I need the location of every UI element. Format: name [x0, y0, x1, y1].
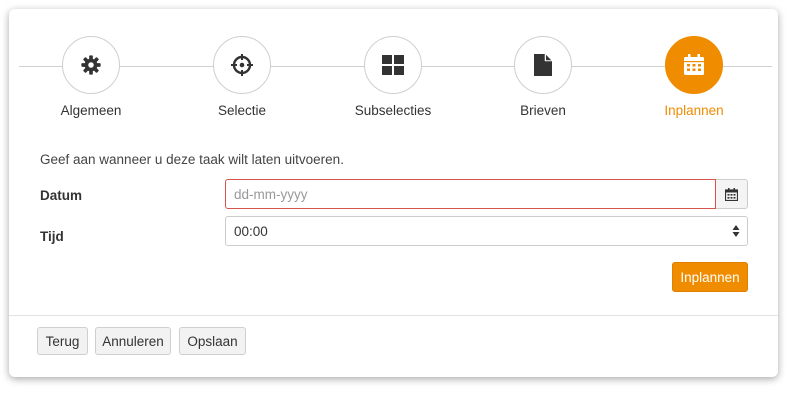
datepicker-button[interactable]: [716, 179, 748, 209]
cancel-button[interactable]: Annuleren: [95, 327, 171, 355]
select-arrows-icon: [732, 225, 740, 237]
step-circle: [665, 36, 723, 94]
step-label: Algemeen: [60, 103, 122, 118]
crosshair-icon: [231, 54, 253, 76]
footer-divider: [9, 315, 778, 316]
back-button[interactable]: Terug: [37, 327, 88, 355]
grid-icon: [382, 55, 404, 75]
tijd-select[interactable]: 00:00: [225, 216, 748, 246]
step-label: Subselecties: [354, 103, 432, 118]
step-circle: [364, 36, 422, 94]
step-brieven[interactable]: Brieven: [483, 36, 603, 118]
step-circle: [62, 36, 120, 94]
tijd-select-value: 00:00: [234, 223, 268, 239]
tijd-label: Tijd: [40, 229, 64, 244]
step-algemeen[interactable]: Algemeen: [31, 36, 151, 118]
calendar-icon: [684, 54, 704, 75]
step-label: Inplannen: [664, 103, 724, 118]
wizard-steps: Algemeen Selectie Subselecties Brieven I…: [9, 9, 778, 139]
step-subselecties[interactable]: Subselecties: [333, 36, 453, 118]
step-circle: [514, 36, 572, 94]
document-icon: [534, 54, 552, 76]
step-label: Selectie: [217, 103, 267, 118]
step-circle: [213, 36, 271, 94]
save-button[interactable]: Opslaan: [179, 327, 246, 355]
datum-input[interactable]: [225, 179, 716, 209]
wizard-dialog: Algemeen Selectie Subselecties Brieven I…: [9, 9, 778, 377]
step-inplannen[interactable]: Inplannen: [634, 36, 754, 118]
step-selectie[interactable]: Selectie: [182, 36, 302, 118]
calendar-icon: [725, 187, 738, 201]
inplannen-button[interactable]: Inplannen: [672, 262, 748, 292]
datum-label: Datum: [40, 188, 83, 203]
intro-text: Geef aan wanneer u deze taak wilt laten …: [40, 152, 344, 167]
step-label: Brieven: [520, 103, 566, 118]
gear-icon: [81, 55, 101, 75]
